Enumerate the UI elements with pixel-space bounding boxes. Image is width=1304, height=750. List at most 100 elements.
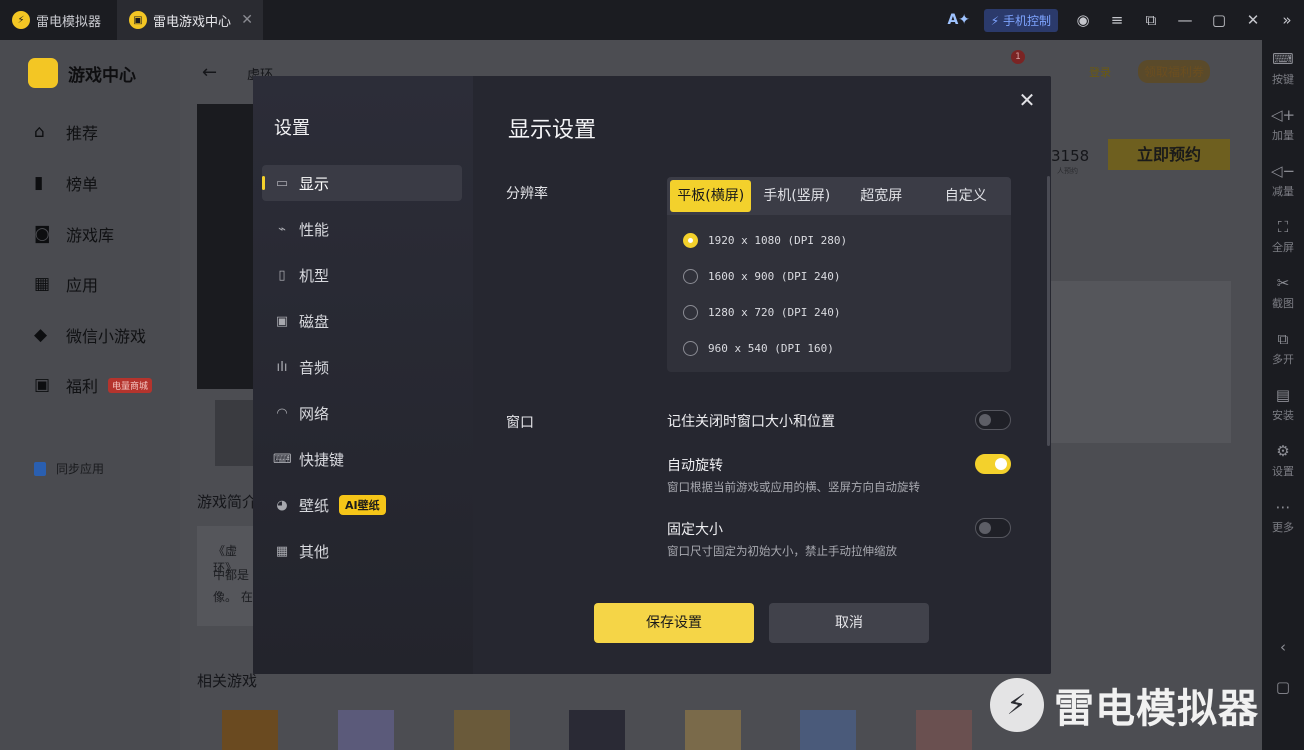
collapse-icon[interactable]: » [1270, 11, 1304, 29]
audio-icon: ıIı [276, 359, 288, 375]
resolution-option[interactable]: 1280 x 720 (DPI 240) [683, 305, 840, 320]
toolbar-label: 更多 [1272, 520, 1294, 534]
related-games-title: 相关游戏 [197, 672, 258, 690]
settings-item-other[interactable]: ▦ 其他 [262, 533, 462, 569]
resolution-label: 分辨率 [506, 186, 548, 202]
fixed-size-desc: 窗口尺寸固定为初始大小，禁止手动拉伸缩放 [667, 544, 897, 558]
sync-label: 同步应用 [56, 462, 105, 476]
nav-item-welfare[interactable]: ▣ 福利 电量商城 [34, 373, 153, 397]
game-video[interactable] [197, 104, 253, 389]
settings-item-wallpaper[interactable]: ◕ 壁纸 AI壁纸 [262, 487, 462, 523]
logo-text: 游戏中心 [68, 65, 136, 86]
performance-icon: ⌁ [278, 221, 286, 237]
settings-item-model[interactable]: ▯ 机型 [262, 257, 462, 293]
auto-rotate-toggle[interactable] [975, 454, 1011, 474]
toolbar-install[interactable]: ▤ 安装 [1262, 376, 1304, 432]
related-game-icon[interactable] [800, 710, 856, 750]
palette-icon: ◕ [276, 497, 288, 513]
toolbar-screenshot[interactable]: ✂ 截图 [1262, 264, 1304, 320]
home-nav[interactable]: ▢ [1262, 660, 1304, 716]
settings-item-shortcuts[interactable]: ⌨ 快捷键 [262, 441, 462, 477]
settings-item-label: 网络 [299, 404, 330, 423]
settings-item-label: 壁纸 [299, 496, 330, 515]
tab-phone-portrait[interactable]: 手机(竖屏) [757, 180, 836, 212]
toolbar-fullscreen[interactable]: ⛶ 全屏 [1262, 208, 1304, 264]
toolbar-settings[interactable]: ⚙ 设置 [1262, 432, 1304, 488]
user-icon[interactable]: ◉ [1066, 11, 1100, 29]
radio[interactable] [683, 341, 698, 356]
sync-apps[interactable]: 同步应用 [34, 460, 104, 477]
left-nav: 游戏中心 ⌂ 推荐 ▮ 榜单 ◙ 游戏库 ▦ 应用 ◆ 微信小游戏 ▣ 福利 电量商城 同步应… [0, 40, 180, 750]
related-game-icon[interactable] [454, 710, 510, 750]
nav-item-apps[interactable]: ▦ 应用 [34, 272, 98, 296]
bar-chart-icon: ▮ [34, 173, 44, 193]
close-icon[interactable]: ✕ [1017, 90, 1037, 110]
settings-item-audio[interactable]: ıIı 音频 [262, 349, 462, 385]
radio[interactable] [683, 269, 698, 284]
settings-item-display[interactable]: ▭ 显示 [262, 165, 462, 201]
nav-label: 游戏库 [66, 226, 115, 245]
fixed-size-toggle[interactable] [975, 518, 1011, 538]
shrink-icon[interactable]: ⧉ [1134, 11, 1168, 29]
cancel-button[interactable]: 取消 [769, 603, 929, 643]
toolbar-multi-instance[interactable]: ⧉ 多开 [1262, 320, 1304, 376]
info-panel [1051, 281, 1231, 443]
nav-item-library[interactable]: ◙ 游戏库 [34, 222, 114, 246]
resolution-option[interactable]: 1920 x 1080 (DPI 280) [683, 233, 847, 248]
radio-selected[interactable] [683, 233, 698, 248]
save-settings-button[interactable]: 保存设置 [594, 603, 754, 643]
toolbar-label: 设置 [1272, 464, 1294, 478]
intro-title: 游戏简介 [197, 493, 258, 511]
toolbar-volume-down[interactable]: ◁− 减量 [1262, 152, 1304, 208]
resolution-option[interactable]: 1600 x 900 (DPI 240) [683, 269, 840, 284]
settings-item-label: 音频 [299, 358, 330, 377]
nav-item-wechat-games[interactable]: ◆ 微信小游戏 [34, 323, 146, 347]
tab-emulator[interactable]: ⚡ 雷电模拟器 [0, 0, 113, 40]
keyboard-icon: ⌨ [1272, 49, 1294, 68]
tab-game-center[interactable]: ▣ 雷电游戏中心 ✕ [117, 0, 264, 40]
fixed-size-label: 固定大小 [667, 522, 723, 538]
close-window-icon[interactable]: ✕ [1236, 11, 1270, 29]
window-label: 窗口 [506, 415, 534, 431]
settings-item-network[interactable]: ◠ 网络 [262, 395, 462, 431]
screenshot-thumb[interactable] [215, 400, 253, 466]
minimize-icon[interactable]: — [1168, 11, 1202, 29]
toolbar-keymap[interactable]: ⌨ 按键 [1262, 40, 1304, 96]
leidian-watermark-icon: ⚡ [990, 678, 1044, 732]
settings-item-performance[interactable]: ⌁ 性能 [262, 211, 462, 247]
settings-item-disk[interactable]: ▣ 磁盘 [262, 303, 462, 339]
tab-custom[interactable]: 自定义 [926, 180, 1005, 212]
nav-item-recommend[interactable]: ⌂ 推荐 [34, 120, 98, 144]
tab-ultrawide[interactable]: 超宽屏 [842, 180, 921, 212]
related-game-icon[interactable] [569, 710, 625, 750]
related-game-icon[interactable] [685, 710, 741, 750]
scrollbar[interactable] [1047, 176, 1050, 446]
close-icon[interactable]: ✕ [241, 12, 253, 28]
related-game-icon[interactable] [222, 710, 278, 750]
maximize-icon[interactable]: ▢ [1202, 11, 1236, 29]
login-button[interactable]: 登录 [1089, 64, 1111, 80]
menu-icon[interactable]: ≡ [1100, 11, 1134, 29]
phone-control-label: 手机控制 [1002, 13, 1051, 28]
coupon-button[interactable]: 领取福利券 [1138, 60, 1211, 83]
related-game-icon[interactable] [916, 710, 972, 750]
toolbar-more[interactable]: ⋯ 更多 [1262, 488, 1304, 544]
install-icon: ▤ [1275, 385, 1291, 404]
nav-label: 微信小游戏 [66, 327, 147, 346]
coupon-label: 领取福利券 [1144, 65, 1205, 79]
tab-tablet-landscape[interactable]: 平板(横屏) [670, 180, 752, 212]
ai-icon[interactable]: A✦ [942, 12, 976, 28]
resolution-option[interactable]: 960 x 540 (DPI 160) [683, 341, 834, 356]
related-game-icon[interactable] [338, 710, 394, 750]
toolbar-volume-up[interactable]: ◁+ 加量 [1262, 96, 1304, 152]
reserve-button[interactable]: 立即预约 [1108, 139, 1230, 170]
settings-item-label: 磁盘 [299, 312, 330, 331]
radio[interactable] [683, 305, 698, 320]
resolution-tabs: 平板(横屏) 手机(竖屏) 超宽屏 自定义 [667, 177, 1011, 215]
resolution-option-label: 1280 x 720 (DPI 240) [708, 306, 841, 319]
nav-item-ranking[interactable]: ▮ 榜单 [34, 171, 98, 195]
diamond-icon: ◆ [34, 325, 48, 345]
back-icon[interactable]: ← [202, 62, 217, 83]
phone-control-button[interactable]: ⚡ 手机控制 [983, 8, 1058, 32]
remember-window-toggle[interactable] [975, 410, 1011, 430]
